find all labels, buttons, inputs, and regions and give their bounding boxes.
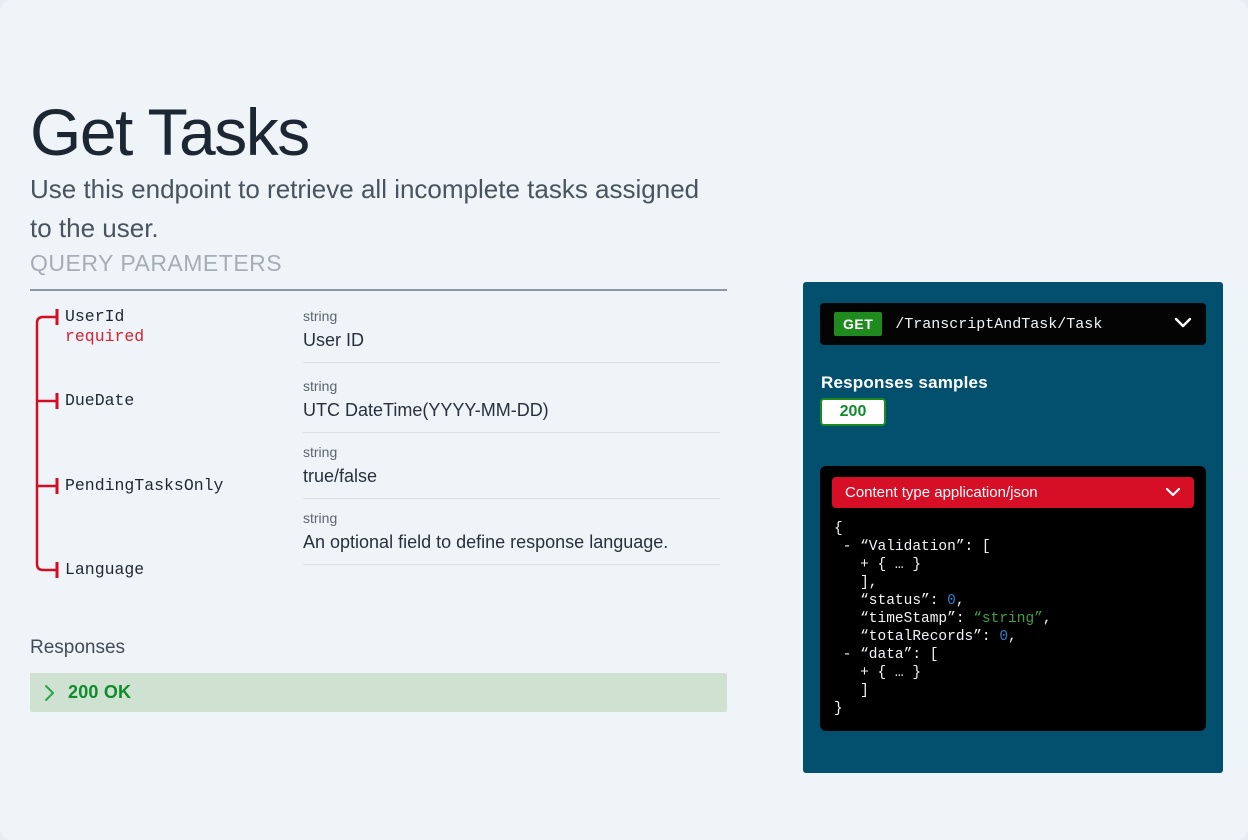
responses-heading: Responses (30, 637, 125, 659)
endpoint-path: /TranscriptAndTask/Task (895, 316, 1174, 333)
required-badge: required (65, 327, 144, 347)
parameter-name: Language (65, 560, 144, 580)
api-doc-page: Get Tasks Use this endpoint to retrieve … (0, 0, 1248, 840)
response-status-label: 200 OK (68, 682, 131, 703)
endpoint-description: Use this endpoint to retrieve all incomp… (30, 170, 710, 248)
parameter-description: An optional field to define response lan… (303, 530, 720, 554)
parameter-type: string (303, 378, 720, 394)
chevron-down-icon (1174, 315, 1192, 333)
parameter-description: true/false (303, 464, 720, 488)
parameter-details: string UTC DateTime(YYYY-MM-DD) (303, 378, 720, 433)
parameter-details: string User ID (303, 308, 720, 363)
code-sample-card: Content type application/json { - “Valid… (820, 466, 1206, 731)
parameter-type: string (303, 444, 720, 460)
parameter-name: PendingTasksOnly (65, 476, 223, 496)
parameter-name: DueDate (65, 391, 134, 411)
chevron-right-icon (44, 684, 55, 702)
parameter-details: string true/false (303, 444, 720, 499)
page-title: Get Tasks (30, 94, 309, 170)
chevron-down-icon (1165, 484, 1181, 502)
parameter-details: string An optional field to define respo… (303, 510, 720, 565)
parameter-name-label: PendingTasksOnly (65, 476, 223, 495)
responses-samples-heading: Responses samples (821, 373, 988, 393)
parameter-name-label: DueDate (65, 391, 134, 410)
query-parameters-heading: QUERY PARAMETERS (30, 250, 727, 291)
parameter-description: User ID (303, 328, 720, 352)
parameter-name-label: Language (65, 560, 144, 579)
query-parameters-list: UserId required DueDate PendingTasksOnly… (30, 300, 730, 600)
parameter-name: UserId required (65, 307, 144, 347)
parameter-type: string (303, 308, 720, 324)
content-type-dropdown[interactable]: Content type application/json (832, 477, 1194, 508)
parameter-type: string (303, 510, 720, 526)
json-code-block: { - “Validation”: [ + { … } ], “status”:… (834, 520, 1194, 718)
response-200-row[interactable]: 200 OK (30, 673, 727, 712)
parameter-name-label: UserId (65, 307, 124, 326)
endpoint-selector[interactable]: GET /TranscriptAndTask/Task (820, 303, 1206, 345)
http-method-badge: GET (834, 312, 882, 336)
code-panel: GET /TranscriptAndTask/Task Responses sa… (803, 282, 1223, 773)
parameter-description: UTC DateTime(YYYY-MM-DD) (303, 398, 720, 422)
content-type-label: Content type application/json (845, 484, 1165, 501)
parameter-tree-connector (30, 300, 64, 590)
status-200-tab[interactable]: 200 (820, 398, 886, 426)
